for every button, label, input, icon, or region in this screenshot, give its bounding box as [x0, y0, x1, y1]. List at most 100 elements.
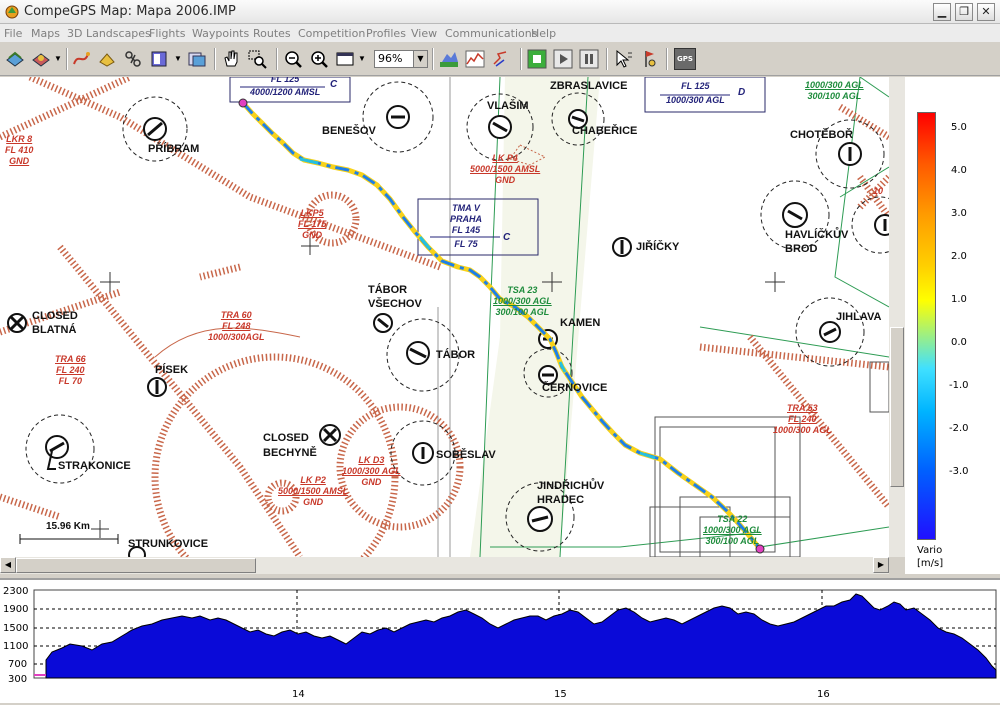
place-label: PŘÍBRAM — [148, 143, 200, 155]
place-label: BECHYNĚ — [263, 447, 317, 459]
airspace-label: TSA 23 1000/300 AGL 300/100 AGL — [493, 285, 552, 317]
toolbar-separator — [606, 48, 608, 70]
dropdown-arrow-icon[interactable]: ▼ — [54, 48, 64, 70]
menu-maps[interactable]: Maps — [31, 27, 60, 40]
toolbar-separator — [666, 48, 668, 70]
airspace-label: TRA 53 FL 240 1000/300 AGL — [773, 403, 832, 435]
map-open-icon[interactable] — [30, 48, 52, 70]
stop-icon[interactable] — [526, 48, 548, 70]
zoom-value: 96% — [378, 52, 403, 65]
title-bar: CompeGPS Map: Mapa 2006.IMP ▁ ❐ ✕ — [0, 0, 1000, 24]
play-icon[interactable] — [552, 48, 574, 70]
profile-x-tick: 14 — [292, 689, 305, 700]
legend-tick: 0.0 — [951, 337, 967, 348]
altitude-profile[interactable]: 2300 1900 1500 1100 700 300 14 15 16 — [0, 578, 1000, 703]
place-label: BENEŠOV — [322, 125, 376, 137]
airspace-label: TRA 66 FL 240 FL 70 — [55, 354, 86, 386]
place-label: HAVLÍČKŮV — [785, 229, 849, 241]
map-view[interactable]: PŘÍBRAM BENEŠOV VLAŠIM ZBRASLAVICE CHABE… — [0, 77, 889, 557]
track-icon[interactable] — [70, 48, 92, 70]
legend-tick: 1.0 — [951, 294, 967, 305]
scrollbar-thumb[interactable] — [16, 558, 256, 573]
place-label: STRUNKOVICE — [128, 538, 209, 550]
map-horizontal-scrollbar[interactable]: ◀ ▶ — [0, 557, 889, 574]
menu-waypoints[interactable]: Waypoints — [192, 27, 249, 40]
profile-y-tick: 700 — [8, 659, 28, 670]
dropdown-arrow-icon[interactable]: ▼ — [174, 48, 184, 70]
app-window: CompeGPS Map: Mapa 2006.IMP ▁ ❐ ✕ File M… — [0, 0, 1000, 703]
select-cursor-icon[interactable] — [612, 48, 634, 70]
map-vertical-scrollbar[interactable] — [889, 77, 905, 557]
profile-x-tick: 15 — [554, 689, 567, 700]
airspace-label: LKP5 FL 175 GND — [298, 208, 327, 240]
profile-canvas[interactable] — [0, 580, 1000, 705]
profile-y-tick: 1900 — [3, 604, 29, 615]
airspace-label: FL 125 4000/1200 AMSL — [250, 77, 321, 97]
zoom-in-icon[interactable] — [308, 48, 330, 70]
airspace-class: D — [738, 87, 746, 98]
place-label: STRAKONICE — [58, 460, 131, 472]
menu-routes[interactable]: Routes — [253, 27, 291, 40]
place-label: CHOTĚBOŘ — [790, 129, 853, 141]
menu-3d-landscapes[interactable]: 3D Landscapes — [67, 27, 151, 40]
airspace-label: 10 — [873, 186, 884, 196]
menu-flights[interactable]: Flights — [149, 27, 185, 40]
profile-x-tick: 16 — [817, 689, 830, 700]
toolbar-separator — [520, 48, 522, 70]
flag-pin-icon[interactable] — [638, 48, 660, 70]
place-label: ČERNOVICE — [542, 382, 608, 394]
scale-label: 15.96 Km — [46, 521, 90, 532]
legend-tick: -2.0 — [949, 423, 969, 434]
menu-view[interactable]: View — [411, 27, 437, 40]
zoom-out-icon[interactable] — [282, 48, 304, 70]
airspace-label: LK P2 5000/1500 AMSL GND — [278, 475, 349, 507]
place-label: JIŘÍČKY — [636, 241, 680, 253]
map-canvas[interactable] — [0, 77, 889, 557]
airspace-class: C — [503, 232, 511, 243]
maximize-button[interactable]: ❐ — [955, 3, 973, 21]
airspace-label: 1000/300 AGL 300/100 AGL — [805, 80, 864, 101]
place-label: PÍSEK — [155, 364, 189, 376]
map-layers-icon[interactable] — [4, 48, 26, 70]
pause-icon[interactable] — [578, 48, 600, 70]
profile-y-tick: 2300 — [3, 586, 29, 597]
analysis-icon[interactable] — [490, 48, 512, 70]
app-icon — [5, 5, 19, 19]
place-label: TÁBOR — [436, 349, 476, 361]
toolbar-separator — [214, 48, 216, 70]
menu-bar: File Maps 3D Landscapes Flights Waypoint… — [0, 24, 1000, 42]
airspace-label: TMA V PRAHA FL 145 FL 75 — [450, 203, 483, 249]
hand-pan-icon[interactable] — [220, 48, 242, 70]
panel-icon[interactable] — [148, 48, 170, 70]
scroll-right-icon[interactable]: ▶ — [873, 557, 889, 573]
zoom-level-icon[interactable] — [334, 48, 356, 70]
profile-graph-icon[interactable] — [464, 48, 486, 70]
scale-bar — [19, 534, 119, 544]
menu-help[interactable]: Help — [531, 27, 556, 40]
scroll-left-icon[interactable]: ◀ — [0, 557, 16, 573]
airspace-label: LK P4 5000/1500 AMSL GND — [470, 153, 541, 185]
menu-profiles[interactable]: Profiles — [366, 27, 406, 40]
close-button[interactable]: ✕ — [977, 3, 995, 21]
legend-tick: 3.0 — [951, 208, 967, 219]
menu-competition[interactable]: Competition — [298, 27, 365, 40]
chevron-down-icon[interactable]: ▼ — [413, 51, 427, 67]
airspace-class: C — [330, 79, 338, 90]
place-label: JINDŘICHŮV — [537, 480, 605, 492]
track-start-point[interactable] — [238, 98, 248, 108]
place-label: SOBĚSLAV — [436, 449, 496, 461]
zoom-select[interactable]: 96% ▼ — [374, 50, 428, 68]
minimize-button[interactable]: ▁ — [933, 3, 951, 21]
gps-icon[interactable]: GPS — [674, 48, 696, 70]
menu-file[interactable]: File — [4, 27, 22, 40]
gallery-icon[interactable] — [186, 48, 208, 70]
menu-communications[interactable]: Communications — [445, 27, 537, 40]
flight-3d-icon[interactable] — [438, 48, 460, 70]
route-icon[interactable] — [122, 48, 144, 70]
waypoint-icon[interactable] — [96, 48, 118, 70]
zoom-window-icon[interactable] — [246, 48, 268, 70]
airspace-label: FL 125 1000/300 AGL — [666, 81, 725, 105]
airspace-label: TSA 22 1000/300 AGL 300/100 AGL — [703, 514, 762, 546]
scrollbar-thumb[interactable] — [890, 327, 904, 487]
dropdown-arrow-icon[interactable]: ▼ — [358, 48, 368, 70]
